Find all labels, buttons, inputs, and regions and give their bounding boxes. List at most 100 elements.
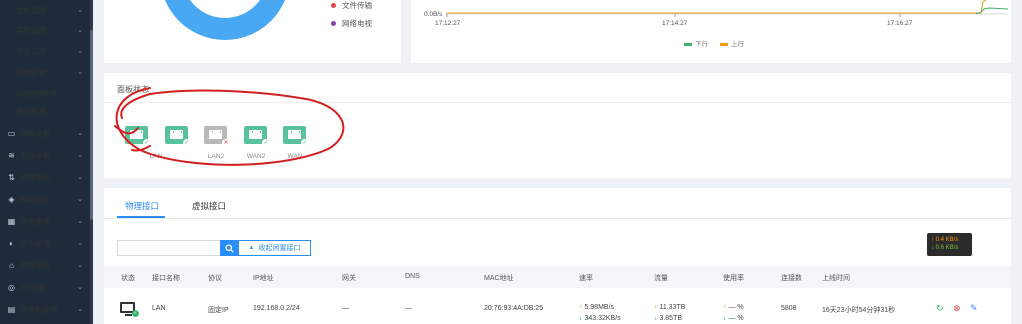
sidebar-item-label: 网络安全	[20, 195, 50, 204]
chevron-down-icon: ⌄	[77, 262, 83, 269]
cell-connections: 5808	[781, 305, 797, 312]
port-label: WAN	[287, 153, 303, 160]
sidebar-item-10[interactable]: ▦ 分组管理 ⌄	[0, 211, 90, 232]
port-label: LAN2	[207, 153, 225, 160]
sidebar-item-9[interactable]: ◈ 网络安全 ⌄	[0, 189, 90, 210]
sidebar-item-label: 实时监控	[16, 26, 46, 35]
sidebar-item-label: 行为管理	[20, 239, 50, 248]
refresh-icon[interactable]: ↻	[936, 303, 944, 314]
chevron-down-icon: ⌄	[77, 152, 83, 159]
col-rate: 速率	[579, 275, 593, 282]
col-mac: MAC地址	[484, 275, 514, 282]
connected-check-icon: ✓	[262, 139, 270, 147]
ap-icon: ◎	[8, 283, 15, 292]
collapse-idle-label: 收起闲置接口	[258, 245, 301, 252]
disconnect-icon[interactable]: ⊗	[953, 303, 961, 314]
port-wan-icon[interactable]: ✓	[283, 126, 309, 147]
sidebar-item-8[interactable]: ⇅ 流控多线 ⌄	[0, 167, 90, 188]
col-dns: DNS	[405, 273, 420, 280]
sidebar-item-1[interactable]: 实时监控 ⌄	[0, 20, 90, 41]
legend-item-upload[interactable]: 上行	[720, 38, 744, 48]
sidebar-item-label: 交换机管理	[20, 305, 58, 314]
chevron-down-icon: ⌄	[77, 196, 83, 203]
cell-rate-up: ↑ 5.98MB/s	[579, 304, 615, 311]
tab-virtual-interface[interactable]: 虚拟接口	[192, 200, 226, 212]
search-icon	[224, 243, 234, 253]
tabs-divider	[104, 218, 1011, 219]
sidebar-item-label: 主机监控	[16, 6, 46, 15]
cell-rate-down: ↓ 343.32KB/s	[579, 315, 621, 322]
sidebar-item-2[interactable]: 历史监控 ⌄	[0, 41, 90, 62]
cell-uptime: 16天23小时54分钟31秒	[822, 307, 896, 314]
cell-dns: —	[405, 305, 412, 312]
group-icon: ▦	[7, 217, 16, 226]
col-protocol: 协议	[208, 275, 222, 282]
sidebar-item-label: 流控多线	[20, 173, 50, 182]
cell-traffic-up: ↑ 11.33TB	[654, 304, 686, 311]
sidebar-item-14[interactable]: ▤ 交换机管理 ⌄	[0, 299, 90, 320]
x-tick-label: 17:16:27	[887, 20, 913, 27]
sidebar-item-label: 无线设置	[20, 151, 50, 160]
sidebar-item-label: 虚拟专网	[20, 261, 50, 270]
col-interface-name: 接口名称	[152, 275, 180, 282]
sidebar-item-12[interactable]: ⌂ 虚拟专网 ⌄	[0, 255, 90, 276]
chevron-down-icon: ⌄	[77, 48, 83, 55]
port-wan2-icon[interactable]: ✓	[244, 126, 270, 147]
chevron-down-icon: ⌄	[77, 284, 83, 291]
panel-status-title: 面板状态	[117, 85, 149, 94]
port-label: LAN	[149, 153, 163, 160]
search-button[interactable]	[220, 240, 238, 256]
col-uptime: 上线时间	[822, 275, 850, 282]
panel-status-card	[104, 73, 1011, 178]
y-axis-label: 0.0B/s	[424, 11, 443, 18]
chevron-down-icon: ⌄	[77, 130, 83, 137]
legend-item-download[interactable]: 下行	[684, 38, 708, 48]
cell-mac: 20:76:93:4A:DB:25	[484, 305, 544, 312]
col-usage: 使用率	[723, 275, 744, 282]
sidebar-item-label: 接口概览	[16, 107, 46, 116]
behavior-icon: ◐	[9, 239, 14, 248]
monitor-icon: ✓	[120, 302, 139, 317]
sidebar-item-0[interactable]: 主机监控 ⌄	[0, 0, 90, 21]
traffic-chart: 0.0B/s 17:12:27 17:14:27 17:16:27	[424, 0, 1009, 27]
sidebar-item-label: 历史监控	[16, 47, 46, 56]
switch-icon: ▤	[7, 305, 16, 314]
table-header	[104, 266, 1011, 288]
chevron-down-icon: ⌄	[77, 218, 83, 225]
upload-series-spike	[976, 0, 987, 14]
chevron-down-icon: ⌄	[77, 240, 83, 247]
speed-up-value: ↑ 0.4 KB/s	[931, 237, 959, 243]
flow-icon: ⇅	[8, 173, 15, 182]
active-tab-indicator	[117, 216, 165, 218]
sidebar-item-5[interactable]: 接口概览	[0, 101, 90, 122]
sidebar-item-7[interactable]: ≋ 无线设置 ⌄	[0, 145, 90, 166]
speed-down-value: ↓ 0.6 KB/s	[931, 245, 959, 251]
legend-dot-icon	[331, 3, 336, 8]
edit-icon[interactable]: ✎	[970, 303, 978, 314]
interface-search-input[interactable]	[117, 240, 220, 256]
cell-gateway: —	[342, 305, 349, 312]
traffic-legend: 下行 上行	[684, 38, 744, 48]
tab-physical-interface[interactable]: 物理接口	[125, 200, 159, 212]
connected-check-icon: ✓	[301, 139, 309, 147]
collapse-idle-interfaces-button[interactable]: ▲ 收起闲置接口	[238, 240, 311, 256]
sidebar-scrollbar[interactable]	[90, 0, 93, 324]
col-status: 状态	[121, 275, 135, 282]
chevron-down-icon: ⌄	[77, 306, 83, 313]
sidebar-item-label: QQ在线列表	[16, 89, 58, 98]
port-lan-icon[interactable]: ✓	[125, 126, 151, 147]
vpn-icon: ⌂	[9, 261, 14, 270]
panel-divider	[104, 102, 1011, 103]
x-tick-label: 17:12:27	[435, 20, 461, 27]
sidebar-item-6[interactable]: ▭ 网络设置 ⌄	[0, 123, 90, 144]
sidebar-item-11[interactable]: ◐ 行为管理 ⌄	[0, 233, 90, 254]
realtime-speed-box: ↑ 0.4 KB/s ↓ 0.6 KB/s	[927, 233, 972, 256]
port-lan2-icon[interactable]: ✕	[204, 126, 230, 147]
port-label: WAN2	[246, 153, 266, 160]
port-2-icon[interactable]: ✓	[165, 126, 191, 147]
interfaces-card	[104, 188, 1011, 324]
cell-protocol: 固定IP	[208, 307, 229, 314]
sidebar-item-13[interactable]: ◎ AP管理 ⌄	[0, 277, 90, 298]
sidebar-item-3[interactable]: 应用统计 ⌄	[0, 62, 90, 83]
connected-check-icon: ✓	[143, 139, 151, 147]
